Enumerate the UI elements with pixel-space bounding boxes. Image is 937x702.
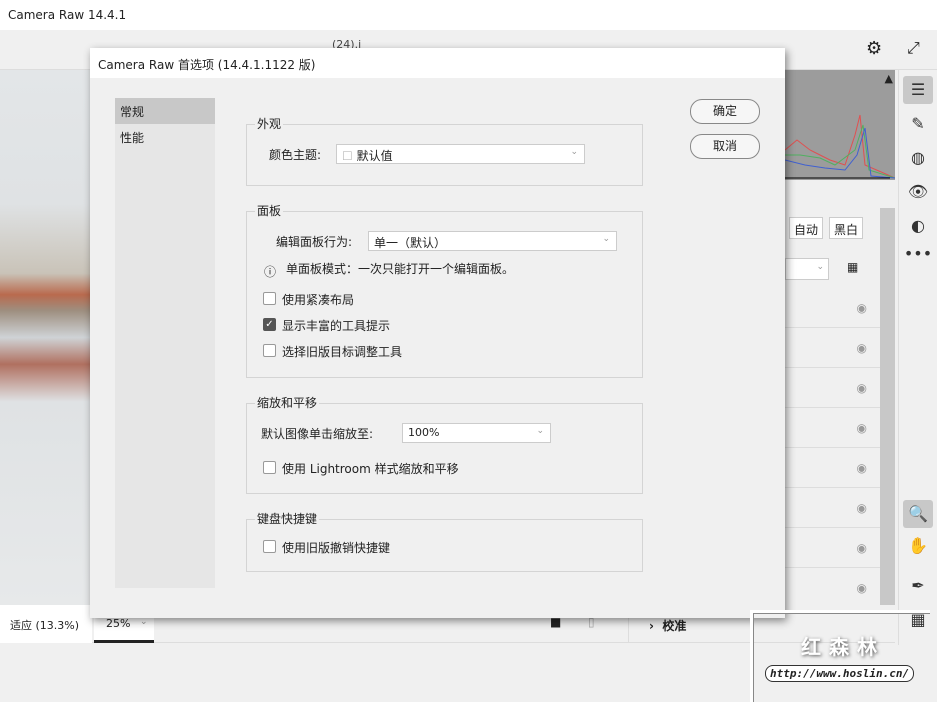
panel-row[interactable]: ◉ [785, 568, 881, 608]
panel-row[interactable]: ◉ [785, 488, 881, 528]
info-icon: ⓘ [264, 265, 277, 279]
calibration-label: 校准 [662, 619, 687, 633]
panel-row[interactable]: ◉ [785, 328, 881, 368]
panels-group: 面板 编辑面板行为: 单一（默认） ⌄ ⓘ 单面板模式：一次只能打开一个编辑面板。… [246, 202, 643, 378]
behavior-select[interactable]: 单一（默认） ⌄ [368, 231, 617, 251]
legacy-undo-checkbox[interactable] [263, 540, 276, 553]
preferences-nav: 常规 性能 [115, 98, 215, 588]
default-zoom-value: 100% [408, 426, 440, 439]
eye-icon[interactable]: ◉ [857, 381, 867, 395]
lightroom-zoom-checkbox[interactable] [263, 461, 276, 474]
panel-info-text: 单面板模式：一次只能打开一个编辑面板。 [286, 262, 515, 276]
profile-select[interactable]: ⌄ [785, 258, 829, 280]
shortcuts-group: 键盘快捷键 使用旧版撤销快捷键 [246, 510, 643, 572]
tool-strip: ☰ ✎ ◍ 👁 ◐ ••• 🔍 ✋ ✒ ▦ [898, 70, 937, 645]
behavior-label: 编辑面板行为: [276, 235, 353, 249]
image-preview[interactable] [0, 70, 92, 605]
panels-heading: 面板 [255, 202, 284, 219]
profile-browser-icon[interactable]: ▦ [847, 260, 858, 274]
cancel-button[interactable]: 取消 [690, 134, 760, 159]
dialog-title: Camera Raw 首选项 (14.4.1.1122 版) [90, 48, 785, 78]
ok-button[interactable]: 确定 [690, 99, 760, 124]
theme-value: 默认值 [356, 149, 393, 163]
preferences-dialog: Camera Raw 首选项 (14.4.1.1122 版) 常规 性能 确定 … [90, 48, 785, 618]
legacy-undo-label: 使用旧版撤销快捷键 [282, 541, 391, 555]
edit-panel: 自动 黑白 ⌄ ▦ ◉ ◉ ◉ ◉ ◉ ◉ ◉ ◉ [785, 180, 895, 608]
mask-icon[interactable]: ◍ [903, 144, 933, 172]
chevron-right-icon: › [649, 619, 663, 633]
fit-zoom[interactable]: 适应 (13.3%) [0, 605, 92, 643]
presets-icon[interactable]: ◐ [903, 212, 933, 240]
more-icon[interactable]: ••• [903, 240, 933, 268]
zoom-tool-icon[interactable]: 🔍 [903, 500, 933, 528]
sliders-icon[interactable]: ☰ [903, 76, 933, 104]
watermark-url: http://www.hoslin.cn/ [765, 665, 915, 682]
fullscreen-icon[interactable]: ⤢ [907, 38, 920, 58]
appearance-heading: 外观 [255, 115, 284, 132]
histogram: ▲ [784, 70, 896, 180]
panel-row[interactable]: ◉ [785, 288, 881, 328]
theme-label: 颜色主题: [269, 148, 322, 162]
eye-icon[interactable]: ◉ [857, 461, 867, 475]
eye-icon[interactable]: ◉ [857, 341, 867, 355]
auto-button[interactable]: 自动 [789, 217, 824, 239]
healing-icon[interactable]: ✎ [903, 110, 933, 138]
appearance-group: 外观 颜色主题: ☐ 默认值 ⌄ [246, 115, 643, 186]
gear-icon[interactable]: ⚙ [866, 38, 882, 59]
shortcuts-heading: 键盘快捷键 [255, 510, 320, 527]
eye-icon[interactable]: ◉ [857, 501, 867, 515]
nav-general[interactable]: 常规 [115, 98, 215, 124]
watermark: 红森林 http://www.hoslin.cn/ [750, 610, 930, 702]
compact-layout-label: 使用紧凑布局 [282, 293, 355, 307]
panel-scrollbar[interactable] [880, 208, 895, 628]
eye-icon[interactable]: ◉ [857, 421, 867, 435]
watermark-name: 红森林 [801, 635, 885, 659]
panel-row[interactable]: ◉ [785, 408, 881, 448]
panel-row[interactable]: ◉ [785, 528, 881, 568]
redeye-icon[interactable]: 👁 [903, 178, 933, 206]
lightroom-zoom-label: 使用 Lightroom 样式缩放和平移 [282, 462, 459, 476]
bw-button[interactable]: 黑白 [829, 217, 864, 239]
clipping-warning-icon[interactable]: ▲ [885, 72, 893, 85]
panel-row[interactable]: ◉ [785, 448, 881, 488]
default-zoom-label: 默认图像单击缩放至: [261, 427, 374, 441]
theme-select[interactable]: ☐ 默认值 ⌄ [336, 144, 585, 164]
rich-tooltips-checkbox[interactable]: ✓ [263, 318, 276, 331]
rich-tooltips-label: 显示丰富的工具提示 [282, 319, 391, 333]
eye-icon[interactable]: ◉ [857, 541, 867, 555]
chevron-down-icon[interactable]: ⌄ [140, 617, 148, 627]
hand-icon[interactable]: ✋ [903, 532, 933, 560]
eye-icon[interactable]: ◉ [857, 581, 867, 595]
zoom-pan-group: 缩放和平移 默认图像单击缩放至: 100% ⌄ 使用 Lightroom 样式缩放… [246, 394, 643, 494]
app-title: Camera Raw 14.4.1 [0, 0, 937, 30]
default-zoom-select[interactable]: 100% ⌄ [402, 423, 551, 443]
legacy-tat-checkbox[interactable] [263, 344, 276, 357]
color-sampler-icon[interactable]: ✒ [903, 572, 933, 600]
panel-row[interactable]: ◉ [785, 368, 881, 408]
legacy-tat-label: 选择旧版目标调整工具 [282, 345, 403, 359]
compact-layout-checkbox[interactable] [263, 292, 276, 305]
zoom-pan-heading: 缩放和平移 [255, 394, 320, 411]
eye-icon[interactable]: ◉ [857, 301, 867, 315]
nav-performance[interactable]: 性能 [115, 124, 215, 150]
behavior-value: 单一（默认） [374, 236, 447, 250]
